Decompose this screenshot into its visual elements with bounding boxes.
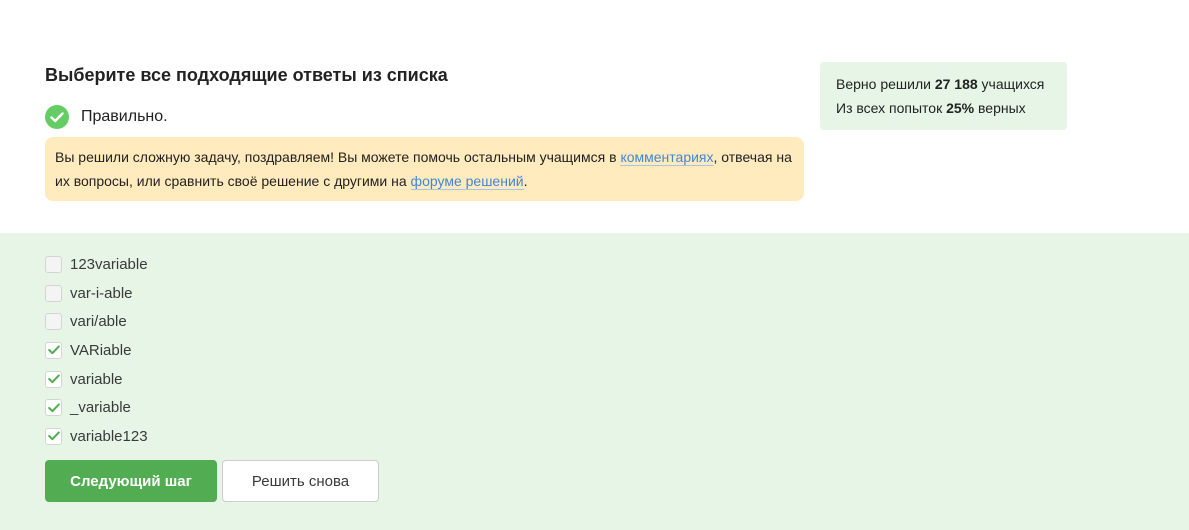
question-header: Выберите все подходящие ответы из списка… bbox=[0, 0, 1189, 233]
option-item[interactable]: variable123 bbox=[45, 422, 148, 451]
option-checkbox[interactable] bbox=[45, 341, 62, 359]
checkmark-icon bbox=[47, 374, 60, 384]
option-checkbox[interactable] bbox=[45, 313, 62, 331]
status-label: Правильно. bbox=[81, 108, 168, 125]
option-checkbox[interactable] bbox=[45, 255, 62, 273]
solved-suffix: учащихся bbox=[977, 76, 1045, 92]
attempts-suffix: верных bbox=[974, 100, 1026, 116]
attempts-prefix: Из всех попыток bbox=[836, 100, 947, 116]
option-label: 123variable bbox=[70, 255, 148, 273]
option-label: VARiable bbox=[70, 341, 132, 359]
option-item[interactable]: 123variable bbox=[45, 250, 148, 279]
options-list: 123variable var-i-able vari/able VARiable va… bbox=[45, 250, 148, 451]
solved-stat: Верно решили 27 188 учащихся bbox=[836, 72, 1051, 96]
option-checkbox[interactable] bbox=[45, 427, 62, 445]
question-title: Выберите все подходящие ответы из списка bbox=[45, 65, 448, 85]
check-circle-icon bbox=[45, 105, 69, 129]
forum-link[interactable]: форуме решений bbox=[410, 172, 524, 190]
option-item[interactable]: variable bbox=[45, 365, 148, 394]
option-checkbox[interactable] bbox=[45, 399, 62, 417]
option-item[interactable]: var-i-able bbox=[45, 279, 148, 308]
attempts-percent: 25% bbox=[946, 100, 975, 116]
comments-link[interactable]: комментариях bbox=[620, 149, 714, 166]
solved-count: 27 188 bbox=[934, 76, 978, 92]
option-label: vari/able bbox=[70, 313, 127, 331]
option-checkbox[interactable] bbox=[45, 284, 62, 302]
next-step-button[interactable]: Следующий шаг bbox=[45, 460, 217, 502]
checkmark-icon bbox=[47, 345, 60, 355]
hint-text-before: Вы решили сложную задачу, поздравляем! В… bbox=[55, 149, 621, 165]
option-item[interactable]: _variable bbox=[45, 393, 148, 422]
option-item[interactable]: vari/able bbox=[45, 307, 148, 336]
hint-box: Вы решили сложную задачу, поздравляем! В… bbox=[45, 137, 804, 201]
option-label: variable bbox=[70, 370, 123, 388]
option-checkbox[interactable] bbox=[45, 370, 62, 388]
checkmark-icon bbox=[47, 403, 60, 412]
option-label: variable123 bbox=[70, 427, 148, 445]
option-label: _variable bbox=[70, 399, 131, 417]
attempts-stat: Из всех попыток 25% верных bbox=[836, 96, 1051, 120]
retry-button[interactable]: Решить снова bbox=[222, 460, 379, 502]
option-label: var-i-able bbox=[70, 284, 133, 302]
stats-box: Верно решили 27 188 учащихся Из всех поп… bbox=[820, 62, 1067, 130]
solved-prefix: Верно решили bbox=[836, 76, 935, 92]
result-status: Правильно. bbox=[45, 105, 168, 129]
answer-area: 123variable var-i-able vari/able VARiable va… bbox=[0, 233, 1189, 530]
option-item[interactable]: VARiable bbox=[45, 336, 148, 365]
checkmark-icon bbox=[47, 431, 60, 441]
hint-text-after: . bbox=[523, 172, 528, 189]
